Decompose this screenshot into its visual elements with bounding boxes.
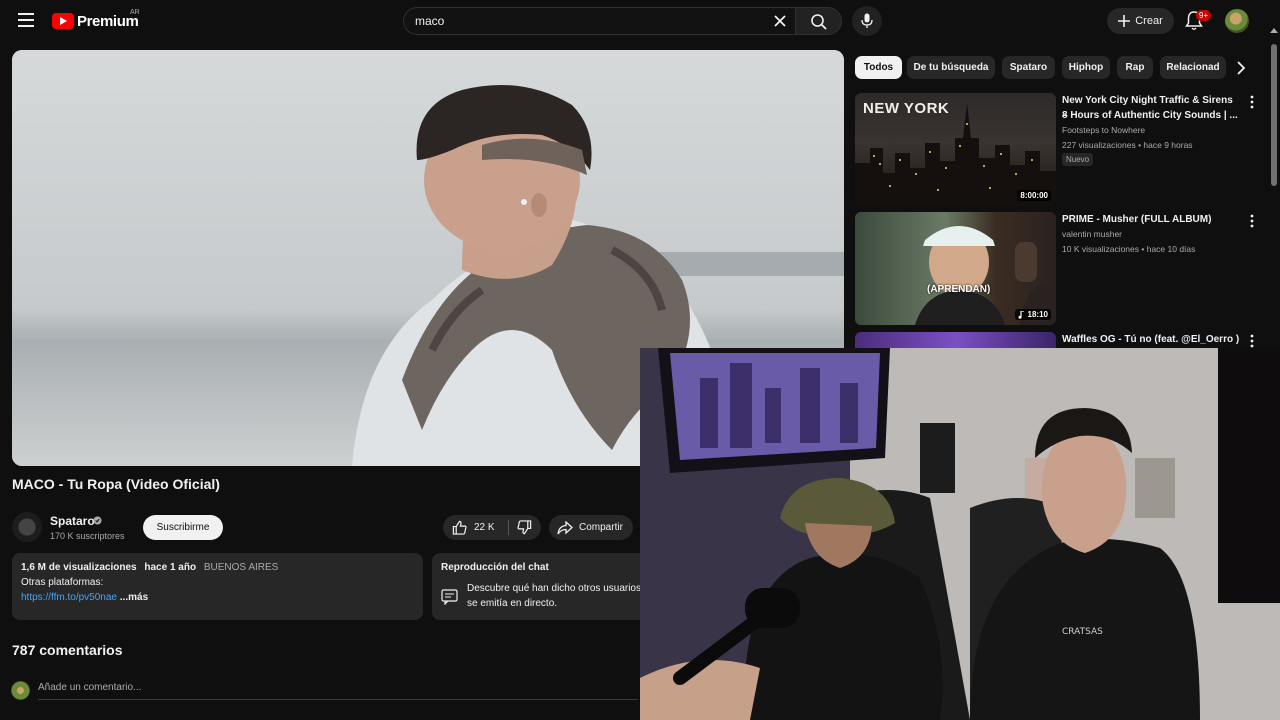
youtube-play-icon xyxy=(52,13,74,29)
related-meta-2: 10 K visualizaciones • hace 10 días xyxy=(1062,244,1196,254)
chip-rap[interactable]: Rap xyxy=(1117,56,1153,79)
shirt-logo-text: CRATSAS xyxy=(1062,627,1103,637)
description-meta: 1,6 M de visualizaciones hace 1 año BUEN… xyxy=(21,562,414,573)
like-button[interactable]: 22 K xyxy=(443,515,507,540)
more-options-icon[interactable] xyxy=(1246,334,1258,348)
video-title: MACO - Tu Ropa (Video Oficial) xyxy=(12,476,220,492)
view-count: 1,6 M de visualizaciones xyxy=(21,562,137,573)
chip-all[interactable]: Todos xyxy=(855,56,902,79)
search-box[interactable]: maco xyxy=(403,7,795,35)
dislike-button[interactable] xyxy=(509,515,541,540)
description-text: Otras plataformas: xyxy=(21,577,104,588)
account-avatar[interactable] xyxy=(1225,9,1249,33)
create-button[interactable]: Crear xyxy=(1107,8,1174,34)
more-options-icon[interactable] xyxy=(1246,95,1258,109)
related-thumbnail-2[interactable]: (APRENDAN) 18:10 xyxy=(855,212,1056,325)
share-button[interactable]: Compartir xyxy=(549,515,633,540)
description-box[interactable]: 1,6 M de visualizaciones hace 1 año BUEN… xyxy=(12,553,423,620)
chip-hiphop[interactable]: Hiphop xyxy=(1062,56,1110,79)
subscribe-button[interactable]: Suscribirme xyxy=(143,515,223,540)
scroll-up-arrow-icon[interactable] xyxy=(1270,28,1278,33)
duration-1: 8:00:00 xyxy=(1020,191,1048,200)
like-dislike-group: 22 K xyxy=(443,515,541,540)
share-icon xyxy=(557,520,573,534)
thumbs-up-icon xyxy=(452,520,467,535)
chip-from-search[interactable]: De tu búsqueda xyxy=(907,56,995,79)
plus-icon xyxy=(1118,15,1131,27)
chat-replay-text-2: se emitía en directo. xyxy=(467,598,558,609)
chat-replay-text-1: Descubre qué han dicho otros usuarios xyxy=(467,583,641,594)
search-icon xyxy=(811,14,827,30)
comment-user-avatar xyxy=(11,681,30,700)
thumbs-down-icon xyxy=(517,520,532,535)
chat-replay-panel[interactable]: Reproducción del chat Descubre qué han d… xyxy=(432,553,642,620)
channel-name[interactable]: Spataro xyxy=(50,514,95,528)
more-options-icon[interactable] xyxy=(1246,214,1258,228)
menu-icon[interactable] xyxy=(18,13,34,27)
related-title-2[interactable]: PRIME - Musher (FULL ALBUM) xyxy=(1062,212,1240,227)
duration-badge-2: 18:10 xyxy=(1014,309,1051,320)
add-comment-input[interactable]: Añade un comentario... xyxy=(38,682,638,700)
webcam-scene: LIFE CRATSAS xyxy=(640,348,1280,720)
youtube-premium-logo[interactable]: Premium AR xyxy=(52,9,140,31)
search-button[interactable] xyxy=(795,7,842,35)
duration-2: 18:10 xyxy=(1027,310,1048,319)
microphone-icon xyxy=(861,13,873,28)
thumbnail-text-1: NEW YORK xyxy=(863,100,950,117)
location-tag[interactable]: BUENOS AIRES xyxy=(204,562,278,573)
voice-search-button[interactable] xyxy=(852,6,882,36)
scrollbar-thumb[interactable] xyxy=(1271,44,1277,186)
verified-icon xyxy=(93,516,102,525)
show-more-button[interactable]: ...más xyxy=(120,592,148,603)
channel-avatar[interactable] xyxy=(12,512,42,542)
chat-icon xyxy=(441,589,458,605)
chat-replay-title: Reproducción del chat xyxy=(441,562,549,573)
notifications-badge: 9+ xyxy=(1196,10,1212,21)
related-thumbnail-1[interactable]: NEW YORK 8:00:00 xyxy=(855,93,1056,206)
masthead: Premium AR maco Crear 9+ xyxy=(0,0,1280,42)
music-note-icon xyxy=(1018,310,1024,319)
related-meta-1: 227 visualizaciones • hace 9 horas xyxy=(1062,140,1193,150)
new-badge: Nuevo xyxy=(1062,153,1094,166)
related-channel-2[interactable]: valentin musher xyxy=(1062,229,1122,239)
comments-count: 787 comentarios xyxy=(12,642,123,658)
duration-badge-1: 8:00:00 xyxy=(1017,190,1051,201)
chip-spataro[interactable]: Spataro xyxy=(1002,56,1055,79)
related-title-1-line-2[interactable]: 8 Hours of Authentic City Sounds | ... xyxy=(1062,108,1240,123)
related-channel-1[interactable]: Footsteps to Nowhere xyxy=(1062,125,1145,135)
description-link[interactable]: https://ffm.to/pv50nae xyxy=(21,592,117,603)
clear-search-icon[interactable] xyxy=(773,14,787,28)
upload-age: hace 1 año xyxy=(144,562,197,573)
share-label: Compartir xyxy=(579,522,623,533)
thumbnail-text-2: (APRENDAN) xyxy=(927,284,991,295)
related-title-3[interactable]: Waffles OG - Tú no (feat. @El_Oerro ) xyxy=(1062,332,1240,347)
chip-related[interactable]: Relacionad xyxy=(1160,56,1226,79)
subscriber-count: 170 K suscriptores xyxy=(50,531,125,541)
related-thumbnail-3[interactable] xyxy=(855,332,1056,348)
webcam-overlay: LIFE CRATSAS xyxy=(640,348,1280,720)
create-label: Crear xyxy=(1135,15,1163,27)
country-code: AR xyxy=(130,9,140,16)
like-count: 22 K xyxy=(474,522,495,533)
search-input[interactable]: maco xyxy=(415,14,444,28)
chevron-right-icon[interactable] xyxy=(1230,57,1252,79)
